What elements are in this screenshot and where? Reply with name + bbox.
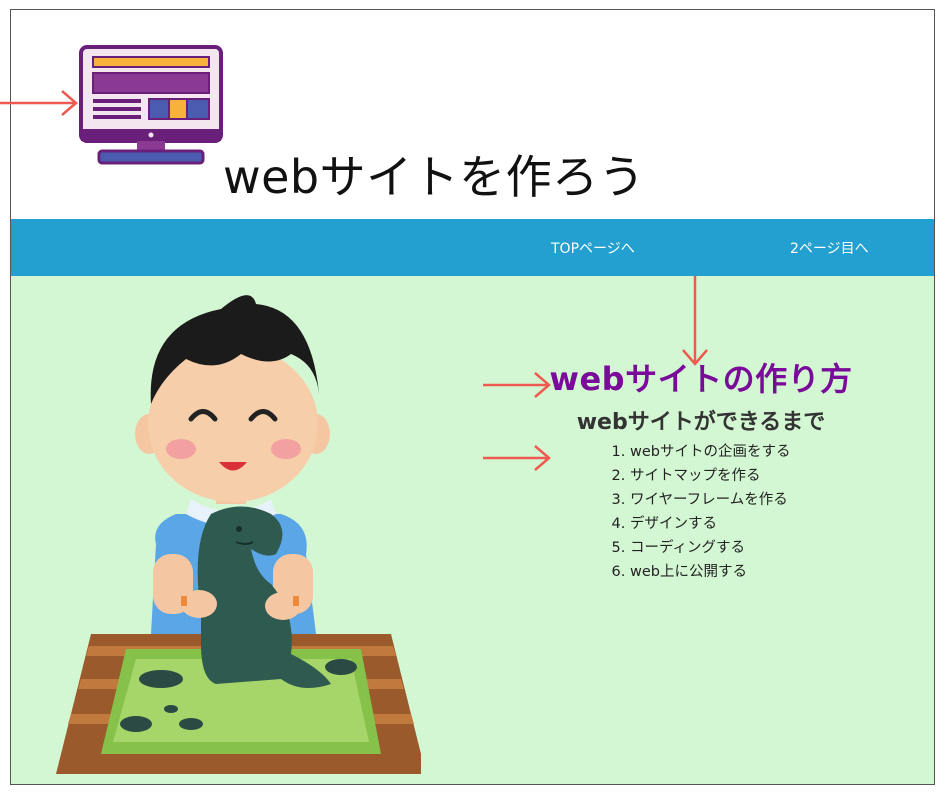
list-item: 1. webサイトの企画をする (611, 444, 791, 460)
steps-list: 1. webサイトの企画をする 2. サイトマップを作る 3. ワイヤーフレーム… (612, 440, 791, 584)
boy-clay-sculpting-illustration (56, 295, 421, 774)
sub-heading: webサイトができるまで (576, 410, 826, 435)
list-item: 2. サイトマップを作る (611, 468, 761, 484)
annotation-arrow-right-icon (483, 372, 551, 398)
annotation-arrow-right-icon (0, 90, 78, 116)
list-item: 4. デザインする (611, 516, 717, 532)
annotation-arrow-right-icon (483, 445, 551, 471)
site-title: webサイトを作ろう (223, 149, 646, 204)
main-content: webサイトの作り方 webサイトができるまで 1. webサイトの企画をする … (11, 276, 934, 784)
page-frame: webサイトを作ろう TOPページへ 2ページ目へ webサイトの作り方 web… (10, 9, 935, 785)
annotation-arrow-down-icon (682, 276, 708, 366)
nav-link-top[interactable]: TOPページへ (551, 238, 635, 258)
nav-link-page2[interactable]: 2ページ目へ (790, 238, 869, 258)
list-item: 3. ワイヤーフレームを作る (611, 492, 788, 508)
list-item: 6. web上に公開する (611, 564, 747, 580)
site-header: webサイトを作ろう (11, 10, 934, 219)
list-item: 5. コーディングする (611, 540, 745, 556)
nav-bar: TOPページへ 2ページ目へ (11, 219, 934, 276)
computer-monitor-icon (79, 45, 223, 165)
